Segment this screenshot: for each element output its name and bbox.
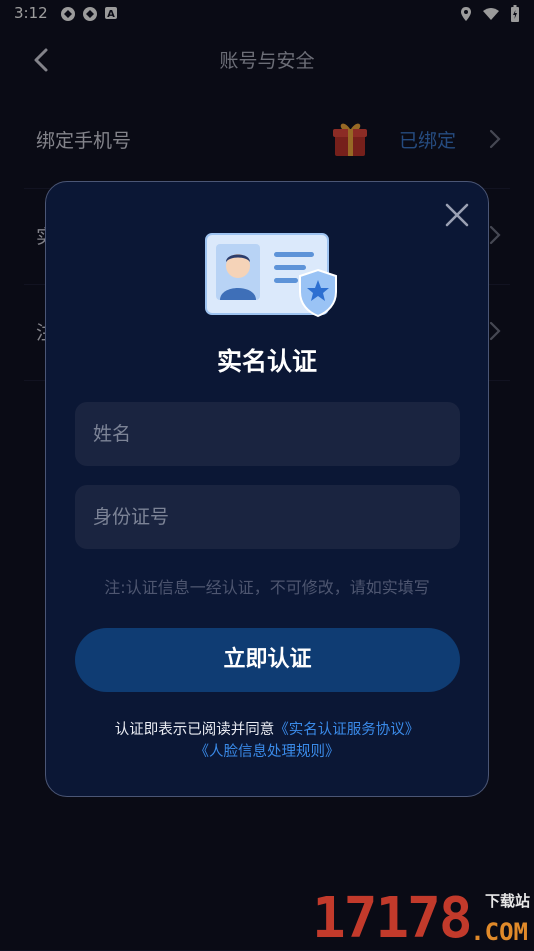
agreement-text: 认证即表示已阅读并同意《实名认证服务协议》 [46,718,488,739]
service-agreement-link[interactable]: 《实名认证服务协议》 [274,722,419,738]
verify-now-button[interactable]: 立即认证 [75,628,460,692]
agreement-prefix: 认证即表示已阅读并同意 [114,722,275,738]
close-icon [445,203,469,227]
watermark-site-label: 下载站 [484,892,530,910]
id-number-input[interactable] [75,485,460,549]
watermark-domain: .COM [470,918,528,946]
face-info-rules-link[interactable]: 《人脸信息处理规则》 [195,744,340,760]
agreement-text-line2: 《人脸信息处理规则》 [46,740,488,761]
dialog-title: 实名认证 [216,347,317,376]
name-input[interactable] [75,402,460,466]
site-watermark: 17178 下载站 .COM [312,888,532,950]
realname-verification-dialog: 实名认证 注:认证信息一经认证，不可修改，请如实填写 立即认证 认证即表示已阅读… [45,181,489,797]
id-card-icon [205,233,337,318]
watermark-number: 17178 [312,886,473,951]
close-button[interactable] [442,200,472,230]
verification-note: 注:认证信息一经认证，不可修改，请如实填写 [104,578,430,597]
